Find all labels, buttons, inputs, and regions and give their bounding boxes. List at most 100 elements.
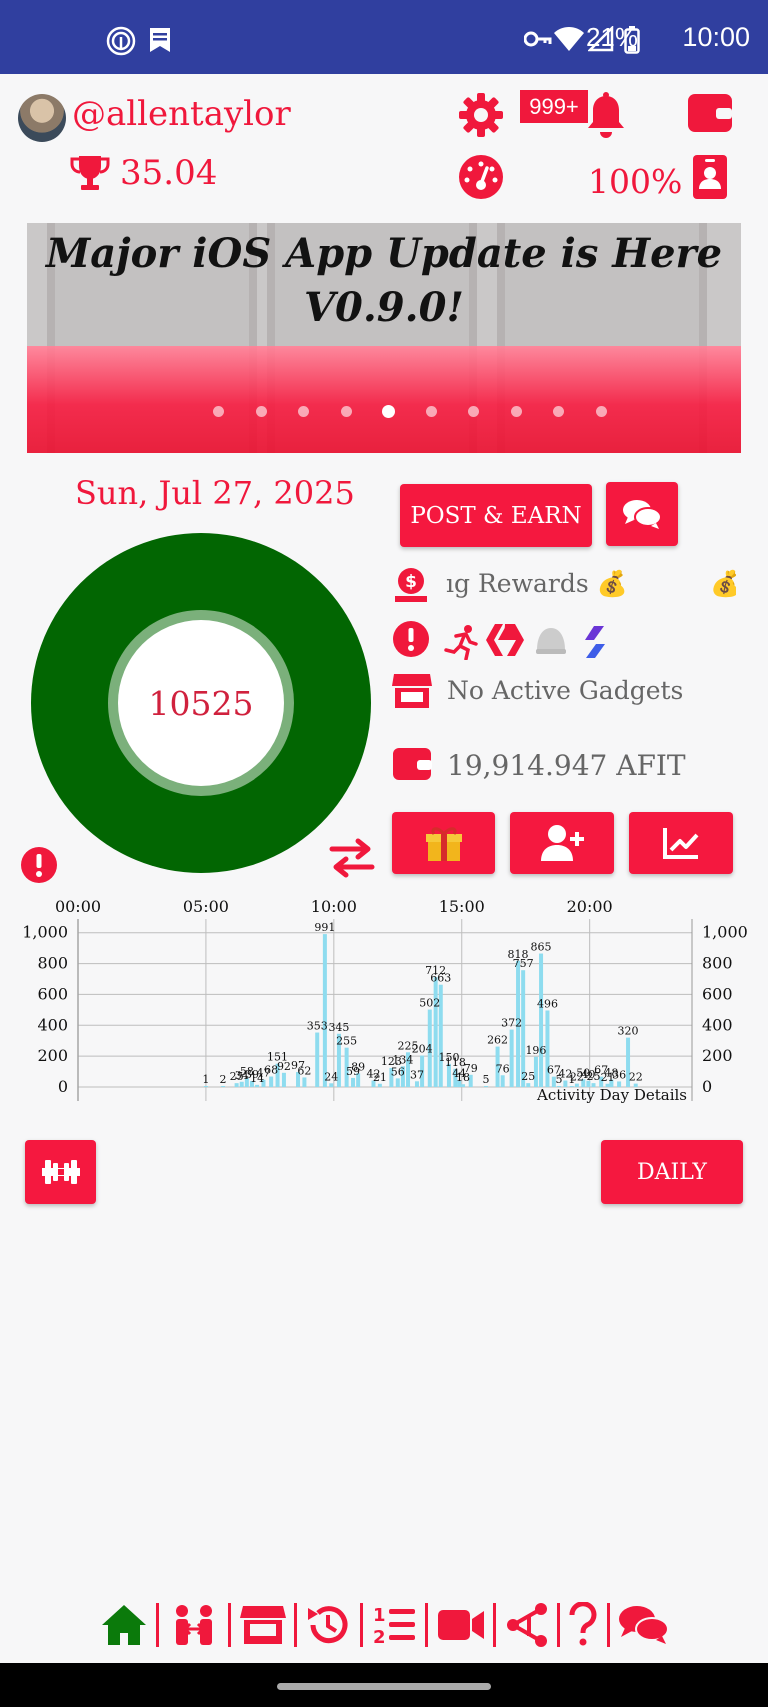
notification-badge: 999+ <box>520 90 588 123</box>
gift-icon <box>425 827 462 861</box>
bar-data-label: 92 <box>277 1060 291 1073</box>
activity-bar-chart: 1 2 2534583914476815192 9762353991243452555… <box>22 897 748 1104</box>
bar-data-label: 2 <box>220 1073 227 1086</box>
x-tick-label: 10:00 <box>311 897 357 916</box>
notification-bell-icon[interactable] <box>584 92 628 140</box>
chat-icon[interactable] <box>618 1603 670 1647</box>
workout-button[interactable] <box>25 1140 96 1204</box>
stats-chart-button[interactable] <box>629 812 733 874</box>
helmet-icon[interactable] <box>534 624 568 658</box>
id-card-icon[interactable] <box>692 154 728 200</box>
x-tick-label: 00:00 <box>55 897 101 916</box>
bar-data-label: 37 <box>410 1068 424 1081</box>
y-tick-label-right: 200 <box>702 1046 733 1065</box>
token-icon[interactable] <box>580 624 610 660</box>
bar-data-label: 24 <box>324 1070 338 1083</box>
chart-bar <box>302 1077 307 1087</box>
bar-data-label: 22 <box>629 1071 643 1084</box>
bar-data-label: 62 <box>297 1064 311 1077</box>
chart-bar <box>351 1077 356 1087</box>
carousel-dot[interactable] <box>553 406 564 417</box>
nav-separator <box>425 1603 429 1647</box>
alert-info-icon[interactable] <box>20 846 58 884</box>
chart-bar <box>315 1032 320 1087</box>
tokens-icon[interactable] <box>168 1603 220 1647</box>
x-tick-label: 20:00 <box>567 897 613 916</box>
username[interactable]: @allentaylor <box>72 94 291 134</box>
daily-button[interactable]: DAILY <box>601 1140 743 1204</box>
video-icon[interactable] <box>437 1607 485 1643</box>
runner-icon[interactable] <box>444 624 480 660</box>
add-friend-button[interactable] <box>510 812 614 874</box>
shop-icon[interactable] <box>239 1604 286 1646</box>
hive-icon[interactable] <box>484 622 524 658</box>
bar-data-label: 496 <box>537 997 558 1010</box>
x-tick-label: 05:00 <box>183 897 229 916</box>
banner-title-line2: V0.9.0! <box>304 284 464 331</box>
carousel-dot[interactable] <box>213 406 224 417</box>
gadgets-status: No Active Gadgets <box>447 676 684 705</box>
rewards-text-2: 💰 <box>710 569 736 598</box>
wifi-icon <box>554 27 584 51</box>
chart-bar <box>509 1029 514 1087</box>
bar-data-label: 56 <box>391 1065 405 1078</box>
bar-data-label: 353 <box>307 1020 328 1033</box>
share-icon[interactable] <box>505 1602 549 1648</box>
bar-data-label: 79 <box>464 1062 478 1075</box>
leaderboard-icon[interactable]: 1 2 <box>371 1603 417 1647</box>
system-gesture-bar <box>0 1663 768 1707</box>
rewards-text: ıg Rewards 💰 <box>446 569 628 598</box>
wallet-icon[interactable] <box>686 92 734 134</box>
update-banner-carousel[interactable]: Major iOS App Update is Here V0.9.0! <box>27 223 741 453</box>
battery-percent: 21% <box>585 22 638 52</box>
chart-title: Activity Day Details <box>536 1086 687 1104</box>
user-plus-icon <box>541 825 584 861</box>
swap-arrows-icon[interactable] <box>328 833 376 881</box>
home-icon[interactable] <box>100 1603 148 1647</box>
nav-separator <box>359 1603 363 1647</box>
chart-bar <box>500 1075 505 1087</box>
chart-bar <box>484 1086 489 1087</box>
carousel-dot[interactable] <box>595 406 607 417</box>
bar-data-label: 25 <box>521 1070 535 1083</box>
svg-text:1: 1 <box>373 1605 386 1626</box>
y-tick-label-left: 200 <box>37 1046 68 1065</box>
carousel-dot[interactable] <box>255 406 267 417</box>
y-tick-label-left: 0 <box>58 1077 68 1096</box>
bar-data-label: 1 <box>202 1073 209 1086</box>
wallet-balance-icon <box>393 748 432 780</box>
history-icon[interactable] <box>305 1602 351 1648</box>
y-tick-label-left: 1,000 <box>22 923 68 942</box>
post-earn-button[interactable]: POST & EARN <box>400 484 592 547</box>
bar-data-label: 196 <box>525 1044 546 1057</box>
svg-text:2: 2 <box>373 1627 386 1647</box>
score: 35.04 <box>120 153 218 193</box>
help-icon[interactable] <box>568 1602 598 1648</box>
carousel-dot[interactable] <box>298 406 309 417</box>
bar-data-label: 255 <box>336 1035 357 1048</box>
carousel-dot[interactable] <box>340 406 352 417</box>
chat-button[interactable] <box>606 482 678 546</box>
gift-button[interactable] <box>392 812 495 874</box>
carousel-dot[interactable] <box>468 406 479 417</box>
reward-icon: $ <box>395 568 427 602</box>
speedometer-icon[interactable] <box>458 154 504 200</box>
carousel-dot[interactable] <box>510 406 522 417</box>
svg-text:$: $ <box>405 572 417 592</box>
date-label[interactable]: Sun, Jul 27, 2025 <box>75 474 355 512</box>
banner-title: Major iOS App Update is Here V0.9.0! <box>27 227 741 335</box>
nav-separator <box>493 1603 497 1647</box>
chart-bar <box>433 977 438 1087</box>
avatar[interactable] <box>18 94 66 142</box>
x-tick-label: 15:00 <box>439 897 485 916</box>
bar-data-label: 204 <box>412 1043 433 1056</box>
bar-data-label: 76 <box>496 1062 510 1075</box>
home-gesture-handle[interactable] <box>277 1683 491 1690</box>
trophy-icon <box>70 156 110 190</box>
carousel-dot[interactable] <box>382 405 395 418</box>
settings-gear-icon[interactable] <box>458 92 504 138</box>
alert-icon[interactable] <box>392 620 430 658</box>
token-balance: 19,914.947 AFIT <box>447 749 686 782</box>
carousel-dot[interactable] <box>425 406 437 417</box>
bar-data-label: 865 <box>531 941 552 954</box>
